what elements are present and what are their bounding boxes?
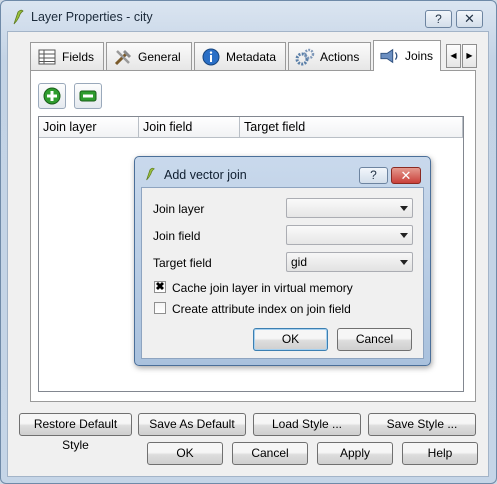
column-header-join-field[interactable]: Join field — [139, 117, 240, 138]
join-field-label: Join field — [153, 229, 201, 243]
tab-actions[interactable]: Actions — [288, 42, 371, 70]
tab-joins[interactable]: Joins — [373, 40, 441, 71]
apply-button[interactable]: Apply — [317, 442, 393, 465]
join-field-combo[interactable] — [286, 225, 413, 245]
dialog-client: Join layer Join field Target field gid ✖… — [141, 187, 424, 359]
tab-label: Fields — [62, 49, 95, 64]
tab-label: Metadata — [226, 49, 277, 64]
attribute-index-checkbox-label[interactable]: Create attribute index on join field — [172, 302, 351, 316]
help-title-button[interactable]: ? — [425, 10, 452, 28]
remove-join-button[interactable] — [74, 83, 102, 109]
ok-button[interactable]: OK — [147, 442, 223, 465]
join-layer-label: Join layer — [153, 202, 205, 216]
close-window-button[interactable]: ✕ — [456, 10, 483, 28]
gears-icon — [295, 48, 315, 66]
save-as-default-button[interactable]: Save As Default — [138, 413, 246, 436]
tab-scroll-left-button[interactable]: ◀ — [446, 44, 461, 68]
info-icon — [201, 48, 221, 66]
plus-icon — [43, 87, 61, 105]
minus-icon — [79, 90, 97, 102]
attribute-index-checkbox[interactable] — [154, 302, 166, 314]
chevron-down-icon — [400, 206, 408, 211]
target-field-label: Target field — [153, 256, 212, 270]
target-field-combo[interactable]: gid — [286, 252, 413, 272]
chevron-down-icon — [400, 260, 408, 265]
qgis-icon — [13, 9, 24, 25]
dialog-close-button[interactable]: ✕ — [391, 167, 421, 184]
help-button[interactable]: Help — [402, 442, 478, 465]
join-icon — [380, 47, 400, 65]
dialog-ok-button[interactable]: OK — [253, 328, 328, 351]
tab-label: Joins — [405, 49, 434, 63]
column-header-join-layer[interactable]: Join layer — [39, 117, 139, 138]
add-join-button[interactable] — [38, 83, 66, 109]
tab-general[interactable]: General — [106, 42, 192, 70]
cache-checkbox[interactable]: ✖ — [154, 281, 166, 293]
table-icon — [37, 48, 57, 66]
dialog-cancel-button[interactable]: Cancel — [337, 328, 412, 351]
qgis-icon — [146, 167, 155, 181]
column-header-target-field[interactable]: Target field — [240, 117, 463, 138]
tab-label: General — [138, 49, 181, 64]
save-style-button[interactable]: Save Style ... — [368, 413, 476, 436]
tab-scroll-right-button[interactable]: ▶ — [462, 44, 477, 68]
load-style-button[interactable]: Load Style ... — [253, 413, 361, 436]
join-layer-combo[interactable] — [286, 198, 413, 218]
cache-checkbox-label[interactable]: Cache join layer in virtual memory — [172, 281, 353, 295]
dialog-title: Add vector join — [164, 168, 247, 182]
restore-default-style-button[interactable]: Restore Default Style — [19, 413, 132, 452]
cancel-button[interactable]: Cancel — [232, 442, 308, 465]
tools-icon — [113, 48, 133, 66]
chevron-down-icon — [400, 233, 408, 238]
window-title: Layer Properties - city — [31, 10, 153, 24]
tab-fields[interactable]: Fields — [30, 42, 104, 70]
dialog-help-button[interactable]: ? — [359, 167, 388, 184]
tab-label: Actions — [320, 49, 360, 64]
tab-metadata[interactable]: Metadata — [194, 42, 286, 70]
add-vector-join-dialog: Add vector join ? ✕ Join layer Join fiel… — [134, 156, 431, 366]
target-field-value: gid — [291, 255, 308, 269]
